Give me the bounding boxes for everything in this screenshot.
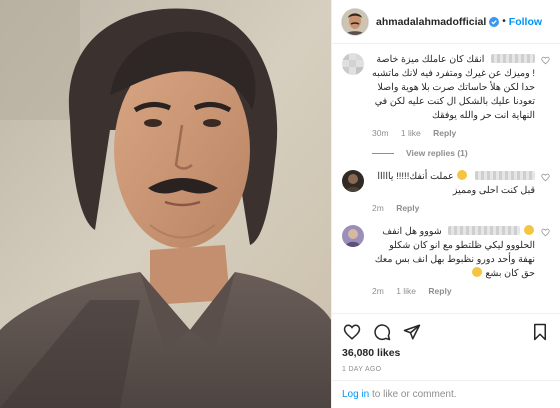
comment-bubble-icon [374,324,391,341]
comments-list: انقك كان عاملك ميزة خاصة ! وميزك عن غيرك… [332,45,560,313]
like-comment-heart-icon[interactable] [541,56,550,65]
replies-divider [372,152,394,154]
like-comment-heart-icon[interactable] [541,228,550,237]
laughing-emoji-icon [524,225,534,235]
like-button[interactable] [342,322,362,342]
redacted-username[interactable] [491,54,535,63]
reply-button[interactable]: Reply [396,203,419,213]
comment-item: انقك كان عاملك ميزة خاصة ! وميزك عن غيرك… [342,53,550,138]
login-link[interactable]: Log in [342,389,369,400]
comment-item: شووو هل انفف الحلووو ليكي ظلتطو مع انو ك… [342,225,550,296]
verified-badge-icon [489,16,500,27]
comment-likes[interactable]: 1 like [401,128,421,138]
header-separator: • [502,16,506,27]
like-comment-heart-icon[interactable] [541,173,550,182]
login-prompt-text: to like or comment. [369,389,457,400]
reply-button[interactable]: Reply [433,128,456,138]
comment-button[interactable] [372,322,392,342]
save-button[interactable] [530,322,550,342]
comment-time: 2m [372,203,384,213]
view-replies-button[interactable]: View replies (1) [372,148,550,158]
comment-text: عملت أنفك!!!!! يااااا قبل كنت احلى ومميز [372,170,535,198]
comment-item: عملت أنفك!!!!! يااااا قبل كنت احلى ومميز… [342,170,550,213]
comment-text-content: انقك كان عاملك ميزة خاصة ! وميزك عن غيرك… [372,54,535,121]
share-button[interactable] [402,322,422,342]
avatar-image [342,53,364,75]
post-photo [0,0,331,408]
post-timestamp: 1 DAY AGO [342,366,382,373]
post-actions: 36,080 likes 1 DAY AGO [332,313,560,373]
comment-time: 2m [372,286,384,296]
bookmark-icon [534,323,546,341]
account-username[interactable]: ahmadalahmadofficial [376,16,486,28]
comment-likes[interactable]: 1 like [396,286,416,296]
comment-meta: 2m 1 like Reply [372,286,535,296]
likes-count[interactable]: 36,080 likes [342,347,550,359]
view-replies-label: View replies (1) [406,148,468,158]
comment-time: 30m [372,128,389,138]
follow-button[interactable]: Follow [509,16,542,28]
post-header: ahmadalahmadofficial • Follow [332,0,560,44]
comment-text: شووو هل انفف الحلووو ليكي ظلتطو مع انو ك… [372,225,535,281]
commenter-avatar[interactable] [342,225,364,247]
portrait-photo [0,0,331,408]
post-detail-panel: ahmadalahmadofficial • Follow انقك كان ع… [331,0,560,408]
commenter-avatar[interactable] [342,170,364,192]
paper-plane-icon [403,324,421,340]
action-icons [342,318,550,346]
comment-meta: 30m 1 like Reply [372,128,535,138]
avatar-image [342,8,368,35]
laughing-emoji-icon [471,267,482,277]
login-prompt: Log in to like or comment. [332,380,560,408]
comment-text: انقك كان عاملك ميزة خاصة ! وميزك عن غيرك… [372,53,535,123]
redacted-username[interactable] [448,226,521,235]
reply-button[interactable]: Reply [428,286,451,296]
commenter-avatar[interactable] [342,53,364,75]
redacted-username[interactable] [475,171,535,180]
avatar-image [342,225,364,247]
comment-meta: 2m Reply [372,203,535,213]
account-avatar[interactable] [342,8,368,35]
avatar-image [342,170,364,192]
surprised-emoji-icon [457,170,468,180]
heart-icon [343,324,361,340]
